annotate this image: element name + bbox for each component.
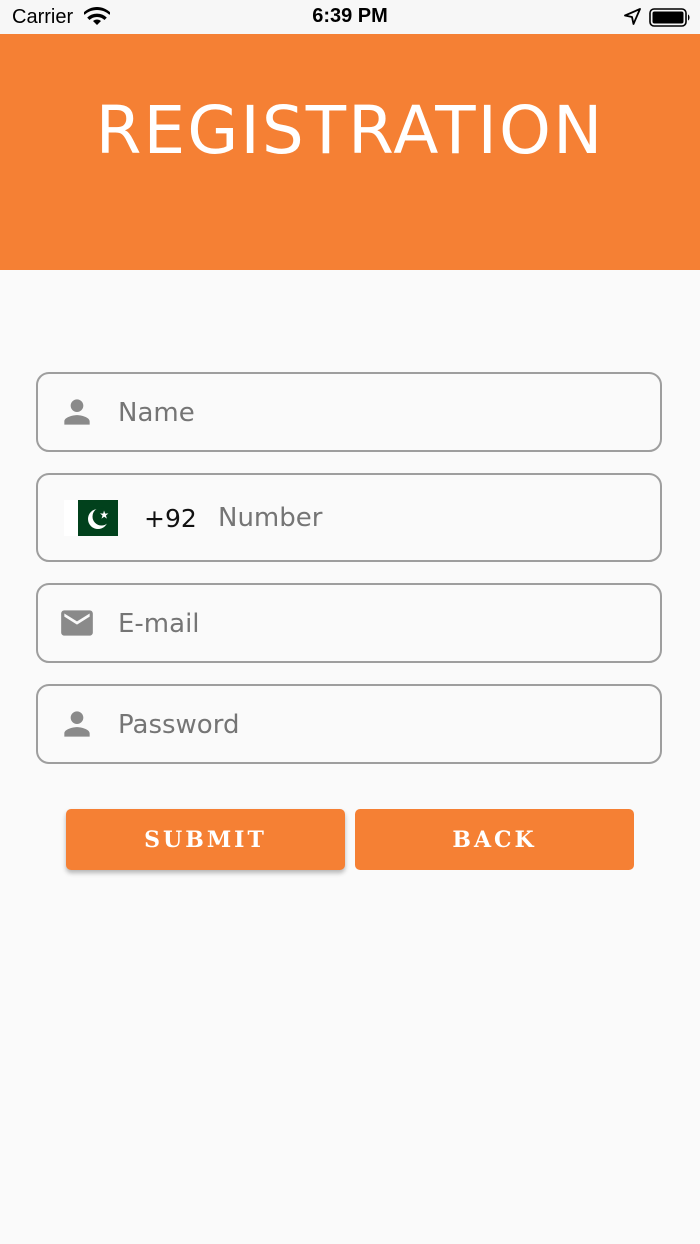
status-bar: Carrier 6:39 PM <box>0 0 700 34</box>
password-input[interactable] <box>118 708 644 742</box>
name-field[interactable] <box>36 372 662 452</box>
phone-field[interactable]: +92 <box>36 473 662 562</box>
email-field[interactable] <box>36 583 662 663</box>
email-input[interactable] <box>118 607 644 641</box>
person-icon <box>64 399 90 425</box>
mail-icon <box>61 610 93 636</box>
pakistan-flag-icon[interactable] <box>64 500 118 536</box>
clock-time: 6:39 PM <box>312 5 388 27</box>
location-arrow-icon <box>624 8 641 25</box>
phone-number-input[interactable] <box>218 501 644 535</box>
password-field[interactable] <box>36 684 662 764</box>
registration-header: REGISTRATION <box>0 34 700 270</box>
page-title: REGISTRATION <box>95 92 605 170</box>
person-icon <box>64 711 90 737</box>
battery-icon <box>649 8 690 27</box>
country-dial-code[interactable]: +92 <box>144 504 197 533</box>
back-button[interactable]: BACK <box>355 809 634 870</box>
name-input[interactable] <box>118 396 644 430</box>
submit-button[interactable]: SUBMIT <box>66 809 345 870</box>
